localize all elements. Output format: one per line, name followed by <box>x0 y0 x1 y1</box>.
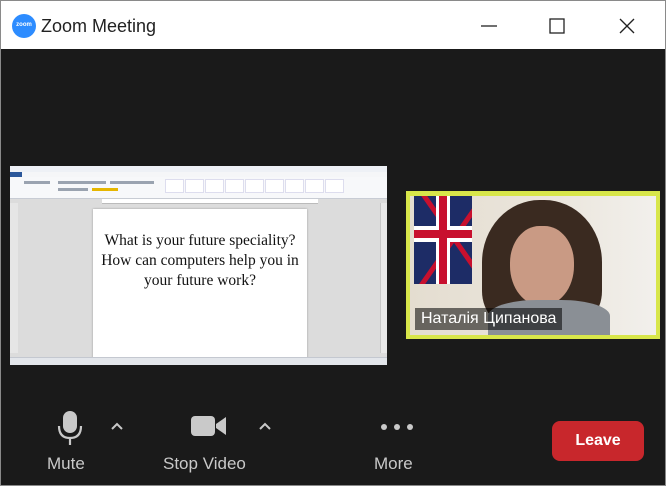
more-dots-icon <box>381 424 413 430</box>
word-scrollbar <box>380 203 387 353</box>
zoom-logo-icon: zoom <box>12 14 36 38</box>
more-label: More <box>374 454 413 473</box>
document-text: What is your future speciality? How can … <box>101 232 299 289</box>
stop-video-button[interactable]: Stop Video <box>161 393 261 485</box>
minimize-icon <box>481 25 497 27</box>
leave-button[interactable]: Leave <box>552 421 644 461</box>
word-styles-gallery <box>165 179 345 193</box>
participant-name: Наталія Ципанова <box>415 308 563 330</box>
participant-video: Наталія Ципанова <box>410 196 656 335</box>
zoom-window: zoom Zoom Meeting What is your future sp… <box>0 0 666 486</box>
close-button[interactable] <box>602 1 652 49</box>
more-button[interactable]: More <box>368 393 428 485</box>
shared-screen[interactable]: What is your future speciality? How can … <box>10 166 387 365</box>
word-status-bar <box>10 357 387 365</box>
video-camera-icon <box>191 416 226 436</box>
union-jack-flag <box>414 196 472 284</box>
logo-text: zoom <box>16 22 32 28</box>
word-ruler <box>102 199 318 204</box>
chevron-up-icon <box>111 422 123 430</box>
stop-video-label: Stop Video <box>163 454 246 473</box>
word-vertical-ruler <box>10 203 18 353</box>
close-icon <box>619 18 635 34</box>
word-ribbon <box>10 177 387 199</box>
minimize-button[interactable] <box>464 1 514 49</box>
audio-options-caret[interactable] <box>111 419 123 431</box>
maximize-icon <box>549 18 565 34</box>
maximize-button[interactable] <box>532 1 582 49</box>
window-title: Zoom Meeting <box>41 16 157 36</box>
mute-label: Mute <box>47 454 85 473</box>
video-options-caret[interactable] <box>259 419 271 431</box>
microphone-icon <box>57 411 83 445</box>
chevron-up-icon <box>259 422 271 430</box>
mute-button[interactable]: Mute <box>41 393 101 485</box>
meeting-toolbar: Mute Stop Video More Leave <box>1 393 665 485</box>
participant-video-tile[interactable]: Наталія Ципанова <box>406 191 660 339</box>
word-page: What is your future speciality? How can … <box>93 209 307 361</box>
title-bar: zoom Zoom Meeting <box>1 1 665 49</box>
meeting-stage: What is your future speciality? How can … <box>1 49 665 393</box>
participant-face <box>510 226 574 306</box>
